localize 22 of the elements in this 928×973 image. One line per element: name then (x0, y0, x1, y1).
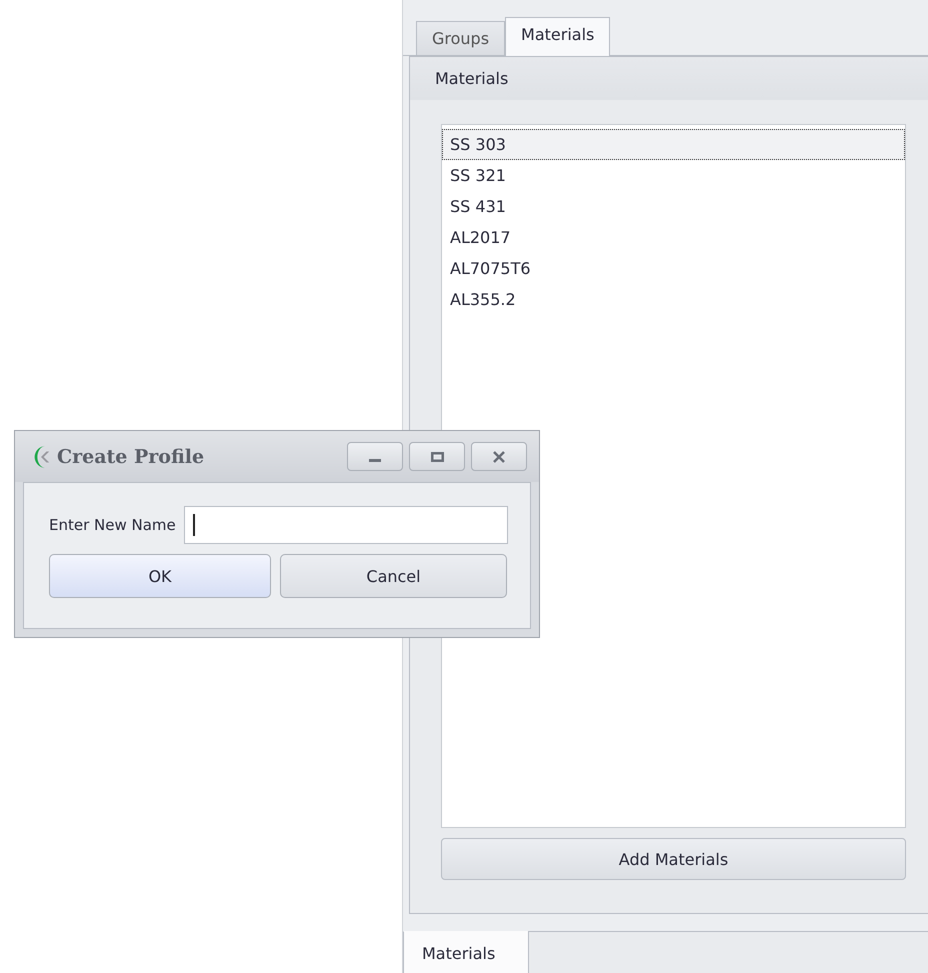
group-title: Materials (435, 68, 508, 88)
field-label: Enter New Name (49, 516, 176, 534)
cancel-button[interactable]: Cancel (280, 554, 507, 598)
list-item[interactable]: SS 303 (442, 129, 905, 160)
list-item[interactable]: AL355.2 (442, 284, 905, 315)
list-item[interactable]: SS 321 (442, 160, 905, 191)
ok-button[interactable]: OK (49, 554, 271, 598)
list-item[interactable]: AL2017 (442, 222, 905, 253)
list-item[interactable]: SS 431 (442, 191, 905, 222)
list-item[interactable]: AL7075T6 (442, 253, 905, 284)
close-button[interactable] (471, 442, 527, 471)
maximize-icon (430, 452, 444, 462)
tab[interactable]: Materials (505, 17, 610, 56)
tab[interactable]: Materials (403, 931, 528, 973)
tab[interactable]: Groups (416, 21, 506, 55)
name-field[interactable] (184, 506, 508, 544)
dialog-title: Create Profile (57, 446, 204, 468)
minimize-button[interactable] (347, 442, 403, 471)
minimize-icon (369, 459, 381, 462)
close-icon (493, 450, 505, 462)
maximize-button[interactable] (409, 442, 465, 471)
add-materials-button[interactable]: Add Materials (441, 838, 906, 880)
